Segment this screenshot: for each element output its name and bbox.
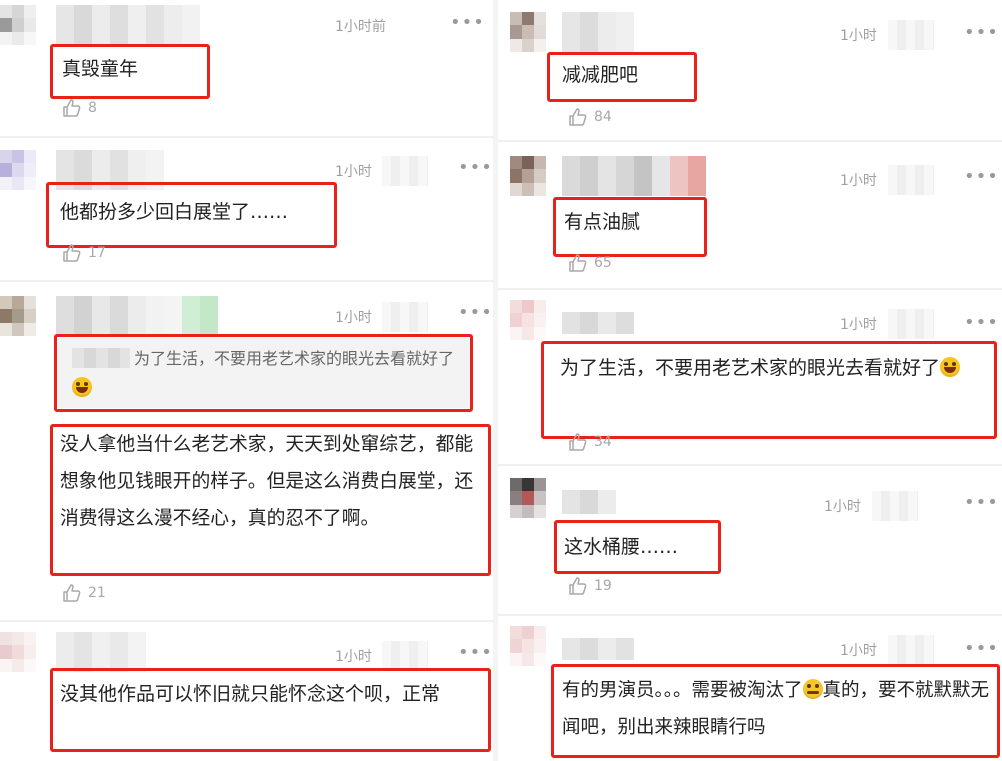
username-blurred[interactable] [56, 5, 200, 45]
more-dots-icon[interactable]: ••• [450, 14, 485, 32]
comment-separator [0, 136, 493, 138]
comment-time: 1小时 [840, 173, 877, 189]
thumbs-up-icon [569, 577, 587, 595]
like-button[interactable]: 84 [568, 107, 612, 127]
more-dots-icon[interactable]: ••• [964, 314, 999, 332]
like-button[interactable]: 8 [62, 98, 97, 118]
more-dots-icon[interactable]: ••• [964, 168, 999, 186]
grinning-face-icon [72, 377, 92, 397]
avatar[interactable] [0, 632, 36, 672]
thumbs-up-icon [63, 584, 81, 602]
comment-time: 1小时前 [335, 19, 386, 35]
username-blurred[interactable] [56, 296, 218, 336]
sweat-face-icon [802, 679, 823, 699]
like-count: 21 [88, 585, 106, 601]
avatar[interactable] [0, 296, 36, 336]
time-blur [888, 165, 934, 195]
comment-separator [498, 464, 1002, 466]
like-count: 8 [88, 100, 97, 116]
comment-time: 1小时 [335, 164, 372, 180]
comment-separator [498, 140, 1002, 142]
quoted-username-blurred [72, 348, 130, 368]
quoted-reply[interactable]: 为了生活，不要用老艺术家的眼光去看就好了 [58, 338, 469, 408]
like-count: 84 [594, 109, 612, 125]
time-blur [382, 156, 428, 186]
left-comment-column: 1小时前 ••• 真毁童年 8 1小时 ••• 他都扮多少回白展堂了…… 17 [0, 0, 493, 761]
like-count: 34 [594, 434, 612, 450]
time-blur [382, 641, 428, 671]
username-blurred[interactable] [562, 156, 706, 196]
comment-text: 真毁童年 [62, 58, 139, 80]
time-blur [888, 20, 934, 50]
like-count: 65 [594, 255, 612, 271]
comment-text: 有的男演员。。。需要被淘汰了 真的，要不就默默无闻吧，别出来辣眼睛行吗 [562, 679, 990, 738]
username-blurred[interactable] [56, 632, 146, 672]
thumbs-up-icon [63, 99, 81, 117]
comment-text: 有点油腻 [564, 211, 641, 233]
thumbs-up-icon [569, 254, 587, 272]
comment-time: 1小时 [840, 643, 877, 659]
comment-text: 为了生活，不要用老艺术家的眼光去看就好了 [560, 346, 985, 390]
time-blur [872, 491, 918, 521]
avatar[interactable] [0, 150, 36, 190]
avatar[interactable] [510, 626, 546, 666]
comment-time: 1小时 [840, 317, 877, 333]
quoted-text: 为了生活，不要用老艺术家的眼光去看就好了 [134, 349, 455, 368]
more-dots-icon[interactable]: ••• [458, 159, 493, 177]
comment-time: 1小时 [335, 310, 372, 326]
username-blurred[interactable] [562, 12, 634, 52]
avatar[interactable] [510, 156, 546, 196]
right-comment-column: 1小时 ••• 减减肥吧 84 1小时 ••• 有点油腻 65 1小时 ••• … [498, 0, 1002, 761]
comment-separator [498, 614, 1002, 616]
username-blurred[interactable] [562, 490, 616, 514]
quoted-text-block: 为了生活，不要用老艺术家的眼光去看就好了 [72, 344, 462, 404]
comment-separator [0, 620, 493, 622]
more-dots-icon[interactable]: ••• [458, 304, 493, 322]
comment-text: 没其他作品可以怀旧就只能怀念这个呗，正常 [60, 683, 441, 705]
avatar[interactable] [510, 478, 546, 518]
username-blurred[interactable] [562, 638, 634, 660]
comment-time: 1小时 [335, 649, 372, 665]
like-button[interactable]: 21 [62, 583, 106, 603]
comment-text: 这水桶腰…… [564, 536, 679, 558]
comment-separator [0, 280, 493, 282]
like-button[interactable]: 34 [568, 432, 612, 452]
more-dots-icon[interactable]: ••• [964, 24, 999, 42]
comment-text: 没人拿他当什么老艺术家，天天到处窜综艺，都能想象他见钱眼开的样子。但是这么消费白… [60, 434, 474, 529]
avatar[interactable] [510, 300, 546, 340]
like-button[interactable]: 17 [62, 243, 106, 263]
like-count: 19 [594, 578, 612, 594]
like-count: 17 [88, 245, 106, 261]
time-blur [888, 635, 934, 665]
comment-separator [498, 288, 1002, 290]
comment-time: 1小时 [824, 499, 861, 515]
time-blur [382, 302, 428, 332]
thumbs-up-icon [63, 244, 81, 262]
more-dots-icon[interactable]: ••• [964, 494, 999, 512]
username-blurred[interactable] [562, 312, 634, 334]
comment-time: 1小时 [840, 28, 877, 44]
grinning-face-icon [940, 357, 961, 377]
avatar[interactable] [0, 5, 36, 45]
avatar[interactable] [510, 12, 546, 52]
like-button[interactable]: 19 [568, 576, 612, 596]
comment-text: 他都扮多少回白展堂了…… [60, 201, 289, 223]
comment-text: 减减肥吧 [562, 64, 639, 86]
time-blur [888, 309, 934, 339]
thumbs-up-icon [569, 433, 587, 451]
like-button[interactable]: 65 [568, 253, 612, 273]
more-dots-icon[interactable]: ••• [458, 644, 493, 662]
thumbs-up-icon [569, 108, 587, 126]
more-dots-icon[interactable]: ••• [964, 640, 999, 658]
